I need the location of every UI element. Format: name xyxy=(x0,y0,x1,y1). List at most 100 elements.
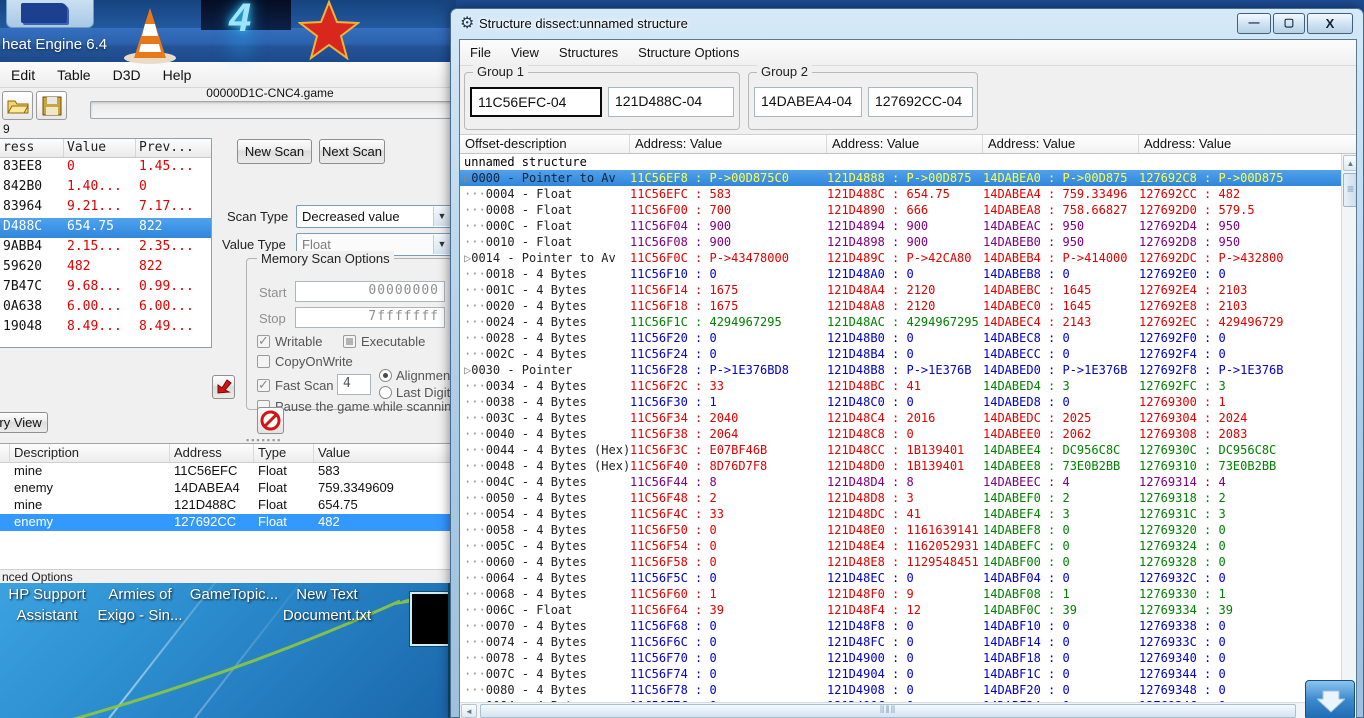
open-file-button[interactable] xyxy=(2,91,33,120)
structure-row-0030[interactable]: ▷0030 - Pointer11C56F28 : P->1E376BD8121… xyxy=(460,362,1341,378)
structure-row-0078[interactable]: ···0078 - 4 Bytes11C56F70 : 0121D4900 : … xyxy=(460,650,1341,666)
structure-row-0068[interactable]: ···0068 - 4 Bytes11C56F60 : 1121D48F0 : … xyxy=(460,586,1341,602)
structure-row-0058[interactable]: ···0058 - 4 Bytes11C56F50 : 0121D48E0 : … xyxy=(460,522,1341,538)
structure-row-0038[interactable]: ···0038 - 4 Bytes11C56F30 : 1121D48C0 : … xyxy=(460,394,1341,410)
structure-row-0028[interactable]: ···0028 - 4 Bytes11C56F20 : 0121D48B0 : … xyxy=(460,330,1341,346)
address-row-active-cell[interactable] xyxy=(0,463,10,480)
ce-menu-d3d[interactable]: D3D xyxy=(102,67,152,83)
column-header-value[interactable]: Value xyxy=(314,444,452,462)
structure-row-0040[interactable]: ···0040 - 4 Bytes11C56F38 : 2064121D48C8… xyxy=(460,426,1341,442)
fast-scan-checkbox[interactable] xyxy=(257,379,270,392)
scan-result-row[interactable]: 59620482822 xyxy=(0,258,211,278)
scan-result-row[interactable]: 190488.49...8.49... xyxy=(0,318,211,338)
group1-address-field-1[interactable]: 11C56EFC-04 xyxy=(470,87,602,117)
vertical-scroll-thumb[interactable] xyxy=(1343,173,1357,207)
scan-result-row[interactable]: 842B01.40...0 xyxy=(0,178,211,198)
ce-menu-table[interactable]: Table xyxy=(46,67,101,83)
alignment-radio[interactable] xyxy=(379,369,392,382)
scan-result-row[interactable]: 9ABB42.15...2.35... xyxy=(0,238,211,258)
scan-result-row[interactable]: 0A6386.00...6.00... xyxy=(0,298,211,318)
address-list-row[interactable]: enemy14DABEA4Float759.3349609 xyxy=(0,480,456,497)
address-list-row[interactable]: enemy127692CCFloat482 xyxy=(0,514,456,531)
structure-row-0010[interactable]: ···0010 - Float11C56F08 : 900121D4898 : … xyxy=(460,234,1341,250)
structure-root-node[interactable]: unnamed structure xyxy=(460,154,1341,170)
column-header-description[interactable]: Description xyxy=(10,444,170,462)
fast-scan-alignment-field[interactable]: 4 xyxy=(337,374,371,395)
scroll-down-big-button[interactable] xyxy=(1305,680,1355,718)
memory-view-button[interactable]: ory View xyxy=(0,412,48,433)
scan-result-row[interactable]: 83EE801.45... xyxy=(0,158,211,178)
scan-result-row[interactable]: 7B47C9.68...0.99... xyxy=(0,278,211,298)
structure-row-003C[interactable]: ···003C - 4 Bytes11C56F34 : 2040121D48C4… xyxy=(460,410,1341,426)
structure-row-0054[interactable]: ···0054 - 4 Bytes11C56F4C : 33121D48DC :… xyxy=(460,506,1341,522)
maximize-button[interactable]: ▢ xyxy=(1273,13,1305,34)
structure-row-0060[interactable]: ···0060 - 4 Bytes11C56F58 : 0121D48E8 : … xyxy=(460,554,1341,570)
advanced-options-link[interactable]: nced Options xyxy=(0,569,456,583)
structure-row-0020[interactable]: ···0020 - 4 Bytes11C56F18 : 1675121D48A8… xyxy=(460,298,1341,314)
save-button[interactable] xyxy=(36,91,67,120)
blue-4-icon[interactable]: 4 xyxy=(201,0,291,30)
last-digits-radio[interactable] xyxy=(379,386,392,399)
structure-row-002C[interactable]: ···002C - 4 Bytes11C56F24 : 0121D48B4 : … xyxy=(460,346,1341,362)
dissect-menu-structure-options[interactable]: Structure Options xyxy=(628,45,749,60)
start-address-field[interactable]: 00000000 xyxy=(295,281,445,302)
address-row-active-cell[interactable] xyxy=(0,514,10,531)
dissect-menu-file[interactable]: File xyxy=(460,45,501,60)
dissect-menu-view[interactable]: View xyxy=(501,45,549,60)
dissect-column-headers[interactable]: Offset-description Address: ValueAddress:… xyxy=(460,134,1357,154)
column-header-value[interactable]: Value xyxy=(64,139,136,157)
dissect-titlebar[interactable]: ⚙ Structure dissect:unnamed structure — … xyxy=(451,9,1363,39)
vlc-cone-icon[interactable] xyxy=(122,6,178,64)
writable-checkbox[interactable] xyxy=(257,335,270,348)
structure-row-0018[interactable]: ···0018 - 4 Bytes11C56F10 : 0121D48A0 : … xyxy=(460,266,1341,282)
structure-tree[interactable]: unnamed structure ▷0000 - Pointer to Av1… xyxy=(460,154,1341,702)
structure-row-0014[interactable]: ▷0014 - Pointer to Av11C56F0C : P->43478… xyxy=(460,250,1341,266)
structure-row-0008[interactable]: ···0008 - Float11C56F00 : 700121D4890 : … xyxy=(460,202,1341,218)
structure-row-0004[interactable]: ···0004 - Float11C56EFC : 583121D488C : … xyxy=(460,186,1341,202)
dissect-column-header-3[interactable]: Address: Value xyxy=(983,135,1139,153)
tree-expand-icon[interactable]: ▷ xyxy=(464,251,471,265)
red-star-icon[interactable] xyxy=(298,0,360,62)
tree-expand-icon[interactable]: ▷ xyxy=(464,171,471,185)
cancel-scan-button[interactable] xyxy=(257,407,284,434)
structure-row-004C[interactable]: ···004C - 4 Bytes11C56F44 : 8121D48D4 : … xyxy=(460,474,1341,490)
column-header-type[interactable]: Type xyxy=(254,444,314,462)
structure-row-0000[interactable]: ▷0000 - Pointer to Av11C56EF8 : P->00D87… xyxy=(460,170,1341,186)
new-scan-button[interactable]: New Scan xyxy=(237,139,312,164)
structure-row-0070[interactable]: ···0070 - 4 Bytes11C56F68 : 0121D48F8 : … xyxy=(460,618,1341,634)
minimize-button[interactable]: — xyxy=(1237,13,1271,34)
address-row-active-cell[interactable] xyxy=(0,497,10,514)
vertical-scrollbar[interactable]: ▲ xyxy=(1341,154,1357,702)
address-list-table[interactable]: Description Address Type Value mine11C56… xyxy=(0,443,456,569)
structure-row-0044[interactable]: ···0044 - 4 Bytes (Hex)11C56F3C : E07BF4… xyxy=(460,442,1341,458)
desktop-shortcut-label[interactable]: HP SupportAssistant xyxy=(8,584,85,626)
address-list-row[interactable]: mine11C56EFCFloat583 xyxy=(0,463,456,480)
close-button[interactable]: X xyxy=(1307,13,1353,34)
dropdown-arrow-icon[interactable]: ▼ xyxy=(433,207,450,226)
desktop-shortcut-label[interactable]: GameTopic... xyxy=(190,584,278,605)
structure-row-007C[interactable]: ···007C - 4 Bytes11C56F74 : 0121D4904 : … xyxy=(460,666,1341,682)
column-header-active[interactable] xyxy=(0,444,10,462)
column-header-address[interactable]: Address xyxy=(170,444,254,462)
dissect-column-header-0[interactable]: Offset-description xyxy=(460,135,630,153)
structure-row-005C[interactable]: ···005C - 4 Bytes11C56F54 : 0121D48E4 : … xyxy=(460,538,1341,554)
structure-row-0074[interactable]: ···0074 - 4 Bytes11C56F6C : 0121D48FC : … xyxy=(460,634,1341,650)
dissect-column-header-4[interactable]: Address: Value xyxy=(1139,135,1357,153)
change-pointer-button[interactable] xyxy=(212,375,235,399)
cheat-engine-titlebar[interactable]: heat Engine 6.4 xyxy=(0,28,455,62)
dropdown-arrow-icon[interactable]: ▼ xyxy=(433,235,450,254)
ce-menu-edit[interactable]: Edit xyxy=(0,67,46,83)
address-list-row[interactable]: mine121D488CFloat654.75 xyxy=(0,497,456,514)
address-list-header[interactable]: Description Address Type Value xyxy=(0,444,456,463)
copyonwrite-checkbox[interactable] xyxy=(257,355,270,368)
group2-address-field-2[interactable]: 127692CC-04 xyxy=(868,87,973,117)
structure-row-0034[interactable]: ···0034 - 4 Bytes11C56F2C : 33121D48BC :… xyxy=(460,378,1341,394)
scan-result-row[interactable]: 839649.21...7.17... xyxy=(0,198,211,218)
structure-row-0080[interactable]: ···0080 - 4 Bytes11C56F78 : 0121D4908 : … xyxy=(460,682,1341,698)
stop-address-field[interactable]: 7fffffff xyxy=(295,307,445,328)
structure-row-0064[interactable]: ···0064 - 4 Bytes11C56F5C : 0121D48EC : … xyxy=(460,570,1341,586)
structure-row-0050[interactable]: ···0050 - 4 Bytes11C56F48 : 2121D48D8 : … xyxy=(460,490,1341,506)
structure-row-0024[interactable]: ···0024 - 4 Bytes11C56F1C : 429496729512… xyxy=(460,314,1341,330)
ce-menu-help[interactable]: Help xyxy=(152,67,203,83)
column-header-previous[interactable]: Prev... xyxy=(136,139,210,157)
